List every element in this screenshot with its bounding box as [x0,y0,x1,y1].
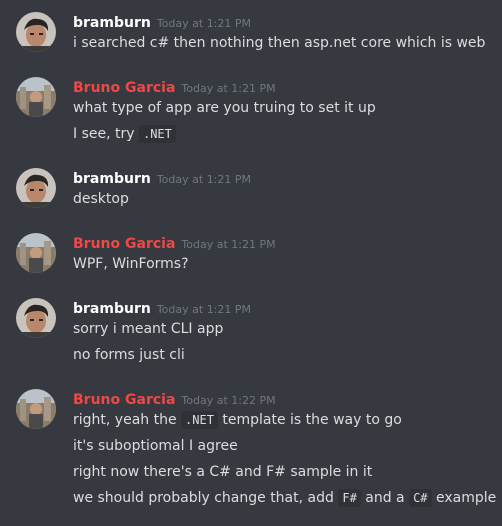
message-header: Bruno Garcia Today at 1:21 PM [73,233,276,253]
timestamp: Today at 1:21 PM [156,303,252,316]
message-text-part: and a [360,490,410,506]
message-text: desktop [73,191,129,207]
username[interactable]: bramburn [73,15,151,31]
username[interactable]: Bruno Garcia [73,80,175,96]
avatar-bramburn[interactable] [16,168,56,208]
timestamp: Today at 1:21 PM [156,17,252,30]
user-avatar-icon [16,12,56,52]
message-header: bramburn Today at 1:21 PM [73,298,251,318]
user-avatar-icon [16,389,56,429]
timestamp: Today at 1:22 PM [181,394,276,407]
avatar-bramburn[interactable] [16,298,56,338]
message-text: right now there's a C# and F# sample in … [73,464,373,480]
user-avatar-icon [16,233,56,273]
timestamp: Today at 1:21 PM [156,173,252,186]
inline-code: F# [338,489,361,507]
chat-messages: bramburn Today at 1:21 PM i searched c# t… [0,0,502,526]
username[interactable]: bramburn [73,301,151,317]
user-avatar-icon [16,298,56,338]
message-text-part: template is the way to go [217,412,402,428]
message-text: what type of app are you truing to set i… [73,100,376,116]
user-avatar-icon [16,77,56,117]
avatar-bramburn[interactable] [16,12,56,52]
message-text: I see, try .NET [73,124,176,144]
inline-code: C# [409,489,432,507]
avatar-bruno-garcia[interactable] [16,77,56,117]
message-text: i searched c# then nothing then asp.net … [73,35,486,51]
message-header: bramburn Today at 1:21 PM [73,12,251,32]
message-text-part: I see, try [73,126,139,142]
message-header: Bruno Garcia Today at 1:21 PM [73,77,276,97]
message-text-part: right, yeah the [73,412,182,428]
timestamp: Today at 1:21 PM [181,82,276,95]
user-avatar-icon [16,168,56,208]
inline-code: .NET [181,411,218,429]
message-text: it's suboptiomal I agree [73,438,238,454]
username[interactable]: bramburn [73,171,151,187]
message-text-part: we should probably change that, add [73,490,339,506]
avatar-bruno-garcia[interactable] [16,389,56,429]
username[interactable]: Bruno Garcia [73,392,175,408]
message-text: we should probably change that, add F# a… [73,488,496,508]
message-header: bramburn Today at 1:21 PM [73,168,251,188]
timestamp: Today at 1:21 PM [181,238,276,251]
message-text: sorry i meant CLI app [73,321,224,337]
message-text: WPF, WinForms? [73,256,189,272]
message-text: right, yeah the .NET template is the way… [73,410,402,430]
inline-code: .NET [138,125,176,143]
message-text: no forms just cli [73,347,185,363]
message-header: Bruno Garcia Today at 1:22 PM [73,389,276,409]
avatar-bruno-garcia[interactable] [16,233,56,273]
message-text-part: example [431,490,497,506]
username[interactable]: Bruno Garcia [73,236,175,252]
